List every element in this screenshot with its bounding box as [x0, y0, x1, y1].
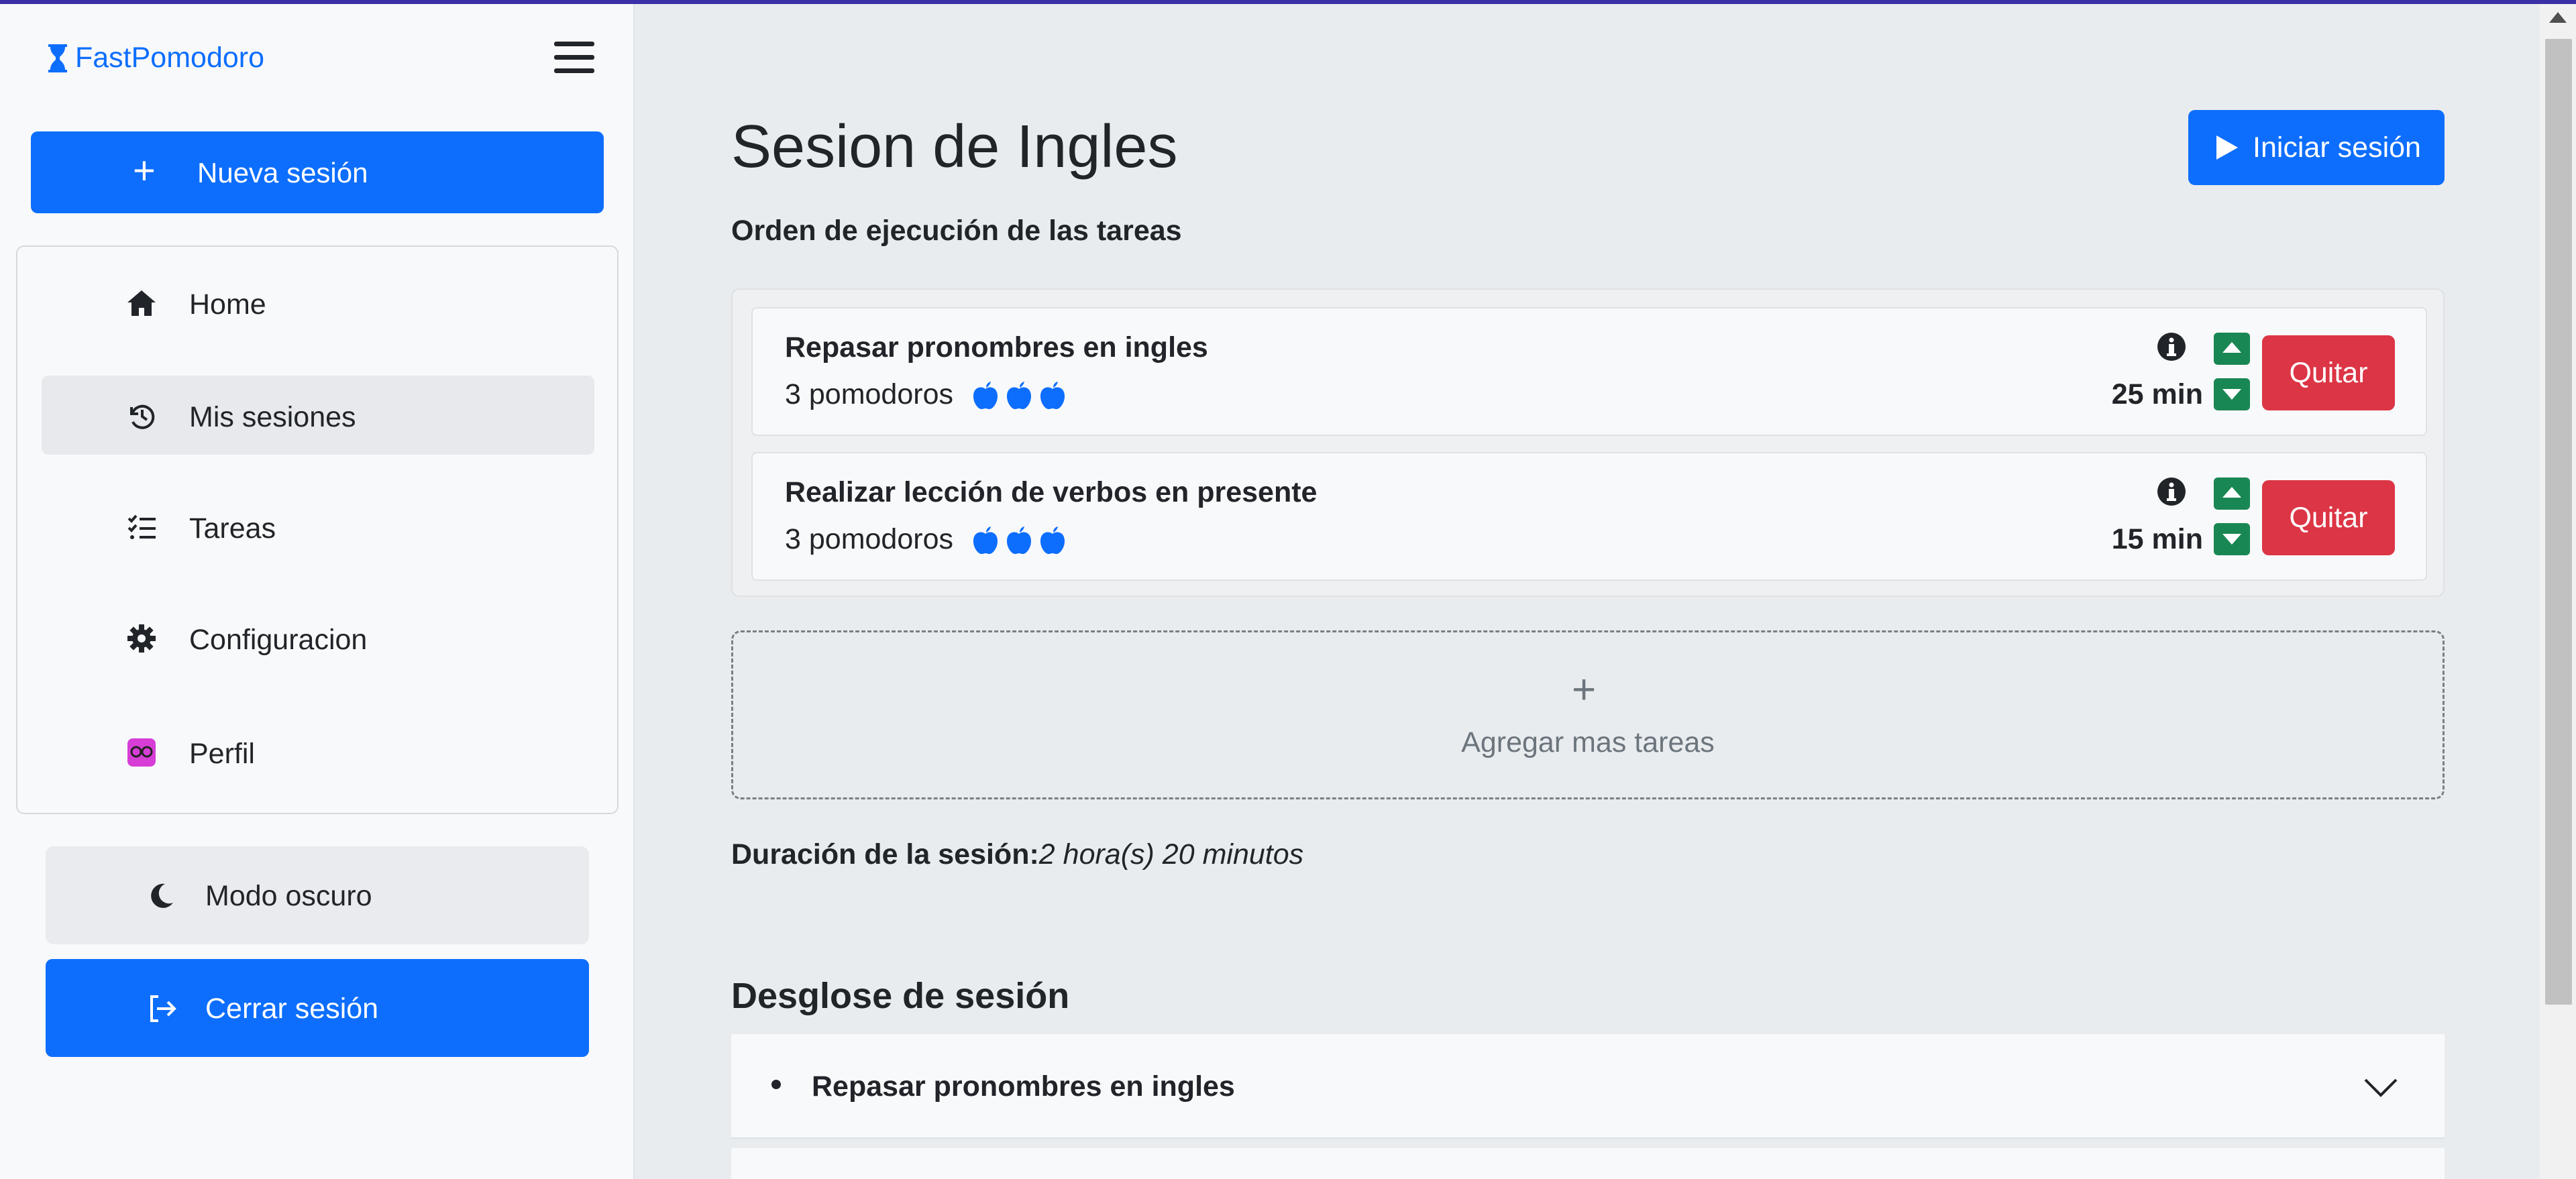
sidebar-item-label: Home	[189, 288, 266, 321]
sidebar-item-configuracion[interactable]: Configuracion	[42, 598, 594, 677]
sidebar-nav: Home Mis sesiones Tareas Configuracion P…	[16, 245, 619, 814]
breakdown-accordion-item[interactable]	[731, 1148, 2445, 1179]
apple-icon	[973, 381, 998, 409]
info-icon[interactable]	[2156, 476, 2187, 507]
apple-icon	[1007, 381, 1031, 409]
move-down-button[interactable]	[2214, 378, 2250, 410]
sidebar-item-label: Configuracion	[189, 624, 368, 656]
task-pomodoros: 3 pomodoros	[785, 523, 1067, 556]
plus-icon: +	[133, 149, 156, 192]
apple-icon	[1040, 526, 1065, 554]
task-item[interactable]: Realizar lección de verbos en presente 3…	[751, 452, 2427, 581]
task-pomodoros: 3 pomodoros	[785, 378, 1067, 411]
chevron-down-icon	[2364, 1078, 2398, 1097]
sidebar-item-home[interactable]: Home	[42, 263, 594, 342]
order-label: Orden de ejecución de las tareas	[731, 215, 1182, 247]
logout-label: Cerrar sesión	[205, 993, 379, 1025]
top-accent-line	[0, 0, 2576, 4]
apple-icon	[973, 526, 998, 554]
sidebar-item-label: Perfil	[189, 738, 255, 770]
move-up-button[interactable]	[2214, 333, 2250, 365]
brand-name: FastPomodoro	[75, 42, 265, 74]
history-icon	[125, 400, 158, 432]
task-duration: 25 min	[2111, 378, 2203, 410]
new-session-button[interactable]: + Nueva sesión	[31, 131, 604, 213]
task-name: Realizar lección de verbos en presente	[785, 476, 1318, 508]
sidebar-item-perfil[interactable]: Perfil	[42, 712, 594, 791]
remove-task-button[interactable]: Quitar	[2262, 480, 2395, 555]
bullet	[771, 1080, 781, 1089]
dark-mode-toggle[interactable]: Modo oscuro	[46, 846, 589, 944]
start-session-button[interactable]: Iniciar sesión	[2188, 110, 2445, 185]
avatar-icon	[125, 736, 158, 769]
home-icon	[125, 287, 158, 319]
move-up-button[interactable]	[2214, 478, 2250, 510]
add-tasks-button[interactable]: + Agregar mas tareas	[731, 630, 2445, 799]
breakdown-accordion-item[interactable]: Repasar pronombres en ingles	[731, 1034, 2445, 1139]
pomodoro-count: 3 pomodoros	[785, 523, 953, 555]
play-icon	[2216, 135, 2238, 160]
task-name: Repasar pronombres en ingles	[785, 331, 1208, 363]
scroll-up-icon[interactable]	[2549, 12, 2567, 23]
add-tasks-label: Agregar mas tareas	[1461, 726, 1715, 759]
session-duration: Duración de la sesión:2 hora(s) 20 minut…	[731, 838, 1303, 871]
logout-button[interactable]: Cerrar sesión	[46, 959, 589, 1057]
hourglass-icon	[48, 44, 67, 72]
pomodoro-count: 3 pomodoros	[785, 378, 953, 410]
info-icon[interactable]	[2156, 331, 2187, 362]
move-down-button[interactable]	[2214, 523, 2250, 555]
brand[interactable]: FastPomodoro	[47, 42, 264, 74]
task-item[interactable]: Repasar pronombres en ingles 3 pomodoros…	[751, 307, 2427, 436]
logout-icon	[150, 995, 176, 1022]
sidebar-item-tareas[interactable]: Tareas	[42, 487, 594, 566]
sidebar-item-label: Mis sesiones	[189, 401, 356, 433]
gear-icon	[125, 622, 158, 655]
list-check-icon	[125, 511, 158, 543]
start-session-label: Iniciar sesión	[2253, 131, 2421, 164]
pomodoro-icons	[971, 524, 1067, 555]
scrollbar[interactable]	[2540, 0, 2576, 1179]
task-list: Repasar pronombres en ingles 3 pomodoros…	[731, 288, 2445, 597]
breakdown-item-label: Repasar pronombres en ingles	[812, 1070, 1235, 1103]
scrollbar-thumb[interactable]	[2545, 39, 2572, 1005]
session-duration-label: Duración de la sesión:	[731, 838, 1039, 871]
dark-mode-label: Modo oscuro	[205, 880, 372, 912]
page-title: Sesion de Ingles	[731, 113, 1178, 180]
session-duration-value: 2 hora(s) 20 minutos	[1038, 838, 1304, 871]
apple-icon	[1007, 526, 1031, 554]
pomodoro-icons	[971, 380, 1067, 410]
task-duration: 15 min	[2111, 523, 2203, 555]
new-session-label: Nueva sesión	[197, 157, 368, 188]
menu-toggle-icon[interactable]	[554, 40, 594, 75]
breakdown-title: Desglose de sesión	[731, 976, 1070, 1016]
apple-icon	[1040, 381, 1065, 409]
sidebar-item-label: Tareas	[189, 512, 276, 545]
remove-task-button[interactable]: Quitar	[2262, 335, 2395, 410]
moon-icon	[151, 883, 173, 908]
plus-icon: +	[1572, 667, 1597, 713]
sidebar: FastPomodoro + Nueva sesión Home Mis ses…	[0, 0, 635, 1179]
sidebar-item-mis-sesiones[interactable]: Mis sesiones	[42, 376, 594, 455]
